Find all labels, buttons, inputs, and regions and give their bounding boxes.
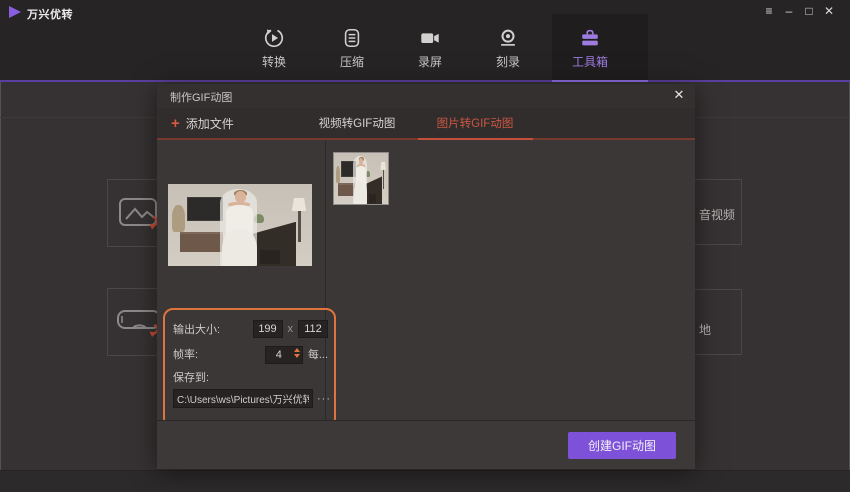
dialog-header: 制作GIF动图 ✕ bbox=[157, 84, 695, 108]
tab-video-to-gif[interactable]: 视频转GIF动图 bbox=[319, 108, 396, 138]
compress-icon bbox=[341, 26, 363, 50]
nav-tab-burn[interactable]: 刻录 bbox=[478, 26, 538, 70]
minimize-icon[interactable]: – bbox=[782, 3, 796, 19]
toolbox-card-local-label: 地 bbox=[699, 321, 711, 338]
save-to-row: 保存到: bbox=[173, 368, 328, 386]
burn-icon bbox=[497, 26, 519, 50]
gif-settings-group: 输出大小: x 帧率: 每... 保存到: bbox=[163, 308, 336, 428]
size-separator: x bbox=[288, 323, 294, 335]
active-tab-underline bbox=[418, 138, 533, 140]
nav-active-accent-line bbox=[552, 80, 648, 82]
gif-maker-dialog: 制作GIF动图 ✕ + 添加文件 视频转GIF动图 图片转GIF动图 bbox=[157, 84, 695, 468]
stepper-up-icon[interactable] bbox=[294, 348, 300, 352]
bride-photo bbox=[168, 184, 312, 266]
maximize-icon[interactable]: □ bbox=[802, 3, 816, 19]
bride-photo-thumb bbox=[334, 153, 388, 204]
nav-tab-compress[interactable]: 压缩 bbox=[322, 26, 382, 70]
window-bottom-strip bbox=[0, 470, 850, 492]
save-path-row: ··· bbox=[173, 389, 328, 408]
toolbox-icon bbox=[579, 26, 601, 50]
plus-icon: + bbox=[171, 116, 180, 131]
app-logo-icon bbox=[8, 5, 22, 19]
nav-tab-toolbox-label: 工具箱 bbox=[572, 53, 608, 70]
nav-tab-burn-label: 刻录 bbox=[496, 53, 520, 70]
create-gif-button[interactable]: 创建GIF动图 bbox=[568, 432, 676, 459]
dialog-close-icon[interactable]: ✕ bbox=[671, 87, 687, 103]
nav-tab-screen-record[interactable]: 录屏 bbox=[400, 26, 460, 70]
convert-icon bbox=[263, 26, 285, 50]
screen-record-icon bbox=[419, 26, 441, 50]
nav-tab-screen-record-label: 录屏 bbox=[418, 53, 442, 70]
dialog-tab-bar: + 添加文件 视频转GIF动图 图片转GIF动图 bbox=[157, 108, 695, 140]
save-to-label: 保存到: bbox=[173, 369, 328, 385]
tab-image-to-gif[interactable]: 图片转GIF动图 bbox=[437, 108, 514, 138]
output-height-input[interactable] bbox=[298, 320, 328, 338]
imported-image-thumbnail[interactable] bbox=[333, 152, 389, 205]
add-file-button[interactable]: + 添加文件 bbox=[171, 108, 234, 138]
dialog-footer: 创建GIF动图 bbox=[157, 420, 695, 469]
frame-rate-stepper[interactable] bbox=[294, 348, 300, 358]
app-title: 万兴优转 bbox=[27, 6, 73, 22]
frame-rate-label: 帧率: bbox=[173, 346, 265, 362]
menu-icon[interactable]: ≡ bbox=[762, 3, 776, 19]
stepper-down-icon[interactable] bbox=[294, 354, 300, 358]
output-width-input[interactable] bbox=[253, 320, 283, 338]
nav-tab-convert[interactable]: 转换 bbox=[244, 26, 304, 70]
browse-icon[interactable]: ··· bbox=[317, 393, 331, 405]
nav-tab-toolbox[interactable]: 工具箱 bbox=[560, 26, 620, 70]
toolbox-card-audio-video-label: 音视频 bbox=[699, 206, 735, 223]
save-path-input[interactable] bbox=[173, 389, 313, 408]
frame-rate-row: 帧率: 每... bbox=[173, 343, 328, 365]
frame-rate-unit: 每... bbox=[308, 346, 328, 362]
nav-accent-line bbox=[0, 80, 850, 82]
nav-tab-compress-label: 压缩 bbox=[340, 53, 364, 70]
add-file-label: 添加文件 bbox=[186, 115, 234, 132]
dialog-title: 制作GIF动图 bbox=[170, 89, 232, 105]
app-window: 万兴优转 ≡ – □ ✕ 转换 bbox=[0, 0, 850, 492]
window-close-icon[interactable]: ✕ bbox=[822, 3, 836, 19]
window-controls: ≡ – □ ✕ bbox=[762, 3, 836, 19]
output-size-label: 输出大小: bbox=[173, 321, 253, 337]
gif-preview-image bbox=[168, 184, 312, 266]
output-size-row: 输出大小: x bbox=[173, 318, 328, 340]
title-nav-bar: 万兴优转 ≡ – □ ✕ 转换 bbox=[0, 0, 850, 80]
nav-tab-convert-label: 转换 bbox=[262, 53, 286, 70]
